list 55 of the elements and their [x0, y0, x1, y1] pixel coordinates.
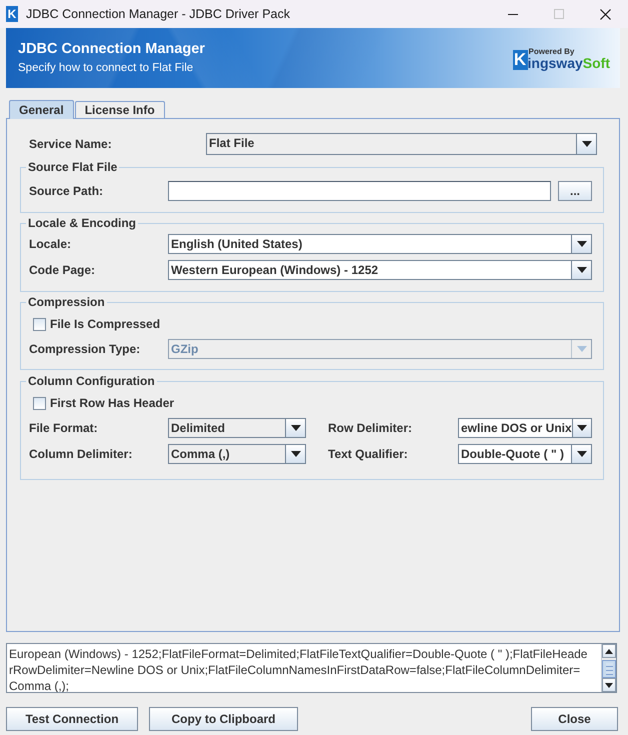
field-label: Service Name:	[29, 136, 112, 153]
logo-wordmark-suffix: Soft	[582, 56, 610, 70]
caret-icon	[576, 425, 587, 431]
scroll-up-button[interactable]	[602, 644, 616, 658]
action-button[interactable]: Test Connection	[6, 707, 138, 731]
header-title: JDBC Connection Manager	[18, 40, 205, 58]
tab[interactable]: License Info	[74, 101, 165, 118]
field-label: Column Delimiter:	[29, 446, 132, 463]
checkbox-label[interactable]: First Row Has Header	[50, 394, 174, 412]
scroll-down-button[interactable]	[602, 678, 616, 692]
caret-icon	[290, 425, 300, 431]
caret-icon	[576, 451, 586, 457]
caret-icon	[576, 241, 586, 247]
dropdown[interactable]: Delimited	[168, 418, 306, 438]
browse-button[interactable]: ...	[558, 181, 592, 201]
field-label: Code Page:	[29, 262, 96, 279]
group-title: Compression	[26, 295, 107, 309]
path-field[interactable]	[168, 181, 551, 201]
dropdown[interactable]: ewline DOS or Unix	[458, 418, 592, 438]
field-label: Source Path:	[29, 183, 104, 200]
field-label: Text Qualifier:	[328, 446, 408, 463]
header-subtitle: Specify how to connect to Flat File	[18, 61, 194, 76]
checkbox-label[interactable]: File Is Compressed	[50, 315, 160, 333]
field-label: Row Delimiter:	[328, 420, 412, 437]
tab[interactable]: General	[9, 100, 74, 119]
caret-icon	[290, 451, 300, 457]
scroll-thumb[interactable]	[602, 660, 616, 678]
group-title: Source Flat File	[26, 160, 120, 174]
dropdown[interactable]: English (United States)	[168, 234, 592, 254]
caret-icon	[576, 346, 586, 352]
field-label: Locale:	[29, 236, 72, 253]
caret-icon	[582, 141, 592, 147]
vertical-scrollbar[interactable]	[601, 644, 616, 692]
dropdown[interactable]: Flat File	[206, 133, 597, 155]
dropdown[interactable]: Western European (Windows) - 1252	[168, 260, 592, 280]
logo-wordmark: ingsway	[528, 56, 583, 70]
action-button[interactable]: Close	[531, 707, 618, 731]
window-title: JDBC Connection Manager - JDBC Driver Pack	[26, 6, 290, 23]
caret-icon	[576, 267, 586, 273]
field-label: File Format:	[29, 420, 98, 437]
checkbox[interactable]	[33, 318, 46, 330]
close-icon	[600, 8, 610, 20]
up-arrow-icon	[605, 648, 613, 654]
maximize-icon	[554, 9, 564, 19]
down-arrow-icon	[605, 682, 613, 688]
app-logo: K	[6, 6, 18, 22]
checkbox[interactable]	[33, 396, 46, 410]
logo-letter-tile: K	[512, 50, 528, 70]
action-button[interactable]: Copy to Clipboard	[149, 707, 298, 731]
dropdown[interactable]: Double-Quote ( " )	[458, 444, 592, 464]
logo-caption: Powered By	[528, 46, 574, 56]
group-title: Locale & Encoding	[26, 216, 138, 230]
group-title: Column Configuration	[26, 374, 157, 388]
dropdown[interactable]: Comma (,)	[168, 444, 306, 464]
field-label: Compression Type:	[29, 341, 140, 358]
